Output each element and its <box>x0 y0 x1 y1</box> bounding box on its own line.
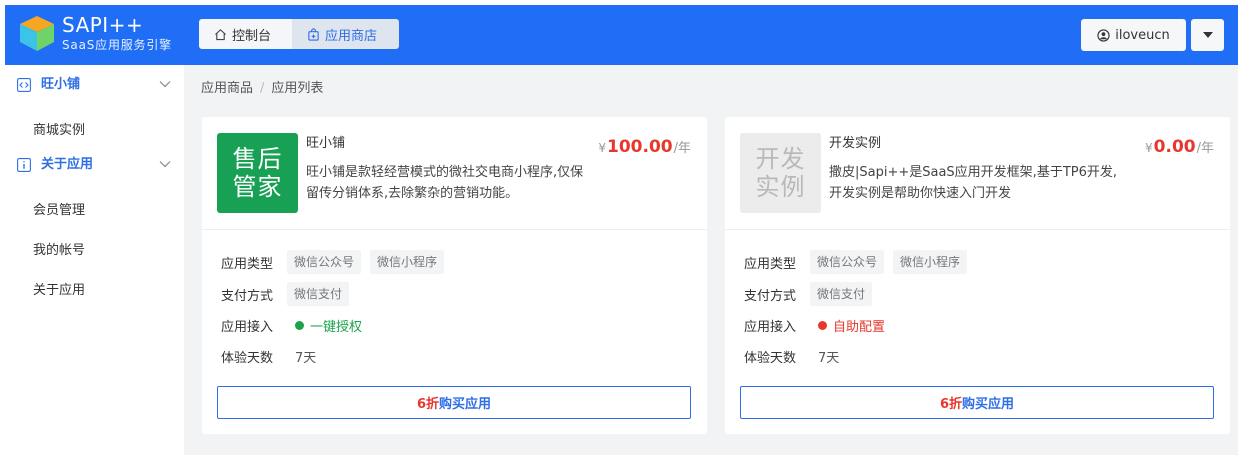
thumb-line: 实例 <box>755 173 806 201</box>
sidebar-group-wangxiaopu[interactable]: 旺小铺 <box>5 65 184 105</box>
chevron-down-icon <box>159 161 171 168</box>
buy-discount: 6折 <box>416 397 440 412</box>
sidebar-item-my-account[interactable]: 我的帐号 <box>33 242 85 260</box>
sidebar: 旺小铺 商城实例 关于应用 会员管理 我的帐号 关于应用 <box>5 65 184 455</box>
price-value: 100.00 <box>607 137 673 157</box>
label-payment: 支付方式 <box>221 288 274 304</box>
sidebar-item-about-app[interactable]: 关于应用 <box>33 282 85 300</box>
buy-label: 购买应用 <box>962 397 1015 412</box>
breadcrumb: 应用商品 / 应用列表 <box>201 80 323 98</box>
row-trial-days: 体验天数 7天 <box>744 344 839 368</box>
brand-subtitle: SaaS应用服务引擎 <box>62 38 172 52</box>
sidebar-item-mall-instance[interactable]: 商城实例 <box>33 122 85 140</box>
buy-discount: 6折 <box>939 397 963 412</box>
label-app-type: 应用类型 <box>221 256 274 272</box>
access-status-text: 一键授权 <box>310 319 363 335</box>
buy-app-button[interactable]: 6折 购买应用 <box>740 386 1214 419</box>
label-access: 应用接入 <box>744 319 797 335</box>
app-card: 售后 管家 旺小铺 旺小铺是款轻经营模式的微社交电商小程序,仅保留传分销体系,去… <box>202 117 707 434</box>
logo-cube-icon <box>20 16 54 51</box>
tag-payment: 微信支付 <box>810 282 873 306</box>
app-description: 撒皮|Sapi++是SaaS应用开发框架,基于TP6开发,开发实例是帮助你快速入… <box>829 165 1117 201</box>
code-icon <box>17 78 31 92</box>
label-app-type: 应用类型 <box>744 256 797 272</box>
tag-app-type: 微信公众号 <box>287 250 362 274</box>
label-payment: 支付方式 <box>744 288 797 304</box>
app-name: 开发实例 <box>829 136 882 151</box>
app-price: ¥ 100.00 /年 <box>598 137 691 157</box>
label-trial-days: 体验天数 <box>221 350 274 366</box>
top-header: SAPI++ SaaS应用服务引擎 控制台 应用商店 iloveucn <box>5 5 1238 65</box>
sidebar-item-member-management[interactable]: 会员管理 <box>33 202 85 220</box>
thumb-line: 开发 <box>755 145 806 173</box>
app-description: 旺小铺是款轻经营模式的微社交电商小程序,仅保留传分销体系,去除繁杂的营销功能。 <box>306 165 584 201</box>
breadcrumb-item-current: 应用列表 <box>271 81 324 96</box>
price-unit: /年 <box>673 141 691 156</box>
status-dot <box>818 320 827 330</box>
app-thumbnail: 售后 管家 <box>217 133 298 213</box>
chevron-down-icon <box>159 81 171 88</box>
access-status: 一键授权 <box>295 316 362 335</box>
sidebar-group-label: 旺小铺 <box>41 77 81 92</box>
status-dot <box>295 320 304 330</box>
thumb-line: 售后 <box>232 145 283 173</box>
sidebar-group-about-app[interactable]: 关于应用 <box>5 145 184 185</box>
access-status-text: 自助配置 <box>833 319 886 335</box>
label-access: 应用接入 <box>221 319 274 335</box>
row-access: 应用接入 自助配置 <box>744 313 885 337</box>
tag-app-type: 微信公众号 <box>810 250 885 274</box>
row-payment: 支付方式 微信支付 <box>744 282 881 306</box>
price-currency: ¥ <box>598 141 606 155</box>
row-trial-days: 体验天数 7天 <box>221 344 316 368</box>
app-price: ¥ 0.00 /年 <box>1145 137 1214 157</box>
price-currency: ¥ <box>1145 141 1153 155</box>
user-name: iloveucn <box>1115 27 1170 43</box>
tab-console-label: 控制台 <box>232 28 272 44</box>
label-trial-days: 体验天数 <box>744 350 797 366</box>
trial-days-value: 7天 <box>818 350 840 366</box>
thumb-line: 管家 <box>232 173 283 201</box>
tab-app-store[interactable]: 应用商店 <box>292 19 399 49</box>
app-frame: SAPI++ SaaS应用服务引擎 控制台 应用商店 iloveucn 旺小铺 <box>5 5 1238 455</box>
app-name: 旺小铺 <box>306 136 346 151</box>
buy-label: 购买应用 <box>439 397 492 412</box>
app-card-header: 售后 管家 旺小铺 旺小铺是款轻经营模式的微社交电商小程序,仅保留传分销体系,去… <box>202 117 707 230</box>
access-status: 自助配置 <box>818 316 885 335</box>
tab-app-store-label: 应用商店 <box>325 28 378 44</box>
user-menu-button[interactable]: iloveucn <box>1081 19 1186 51</box>
caret-down-icon <box>1202 32 1213 38</box>
trial-days-value: 7天 <box>295 350 317 366</box>
store-icon <box>308 27 319 41</box>
user-icon <box>1097 28 1110 42</box>
row-app-type: 应用类型 微信公众号 微信小程序 <box>221 250 453 274</box>
row-access: 应用接入 一键授权 <box>221 313 362 337</box>
breadcrumb-separator: / <box>260 81 265 96</box>
price-unit: /年 <box>1196 141 1214 156</box>
row-app-type: 应用类型 微信公众号 微信小程序 <box>744 250 976 274</box>
tag-app-type: 微信小程序 <box>370 250 445 274</box>
tab-console[interactable]: 控制台 <box>199 19 292 49</box>
home-icon <box>215 28 226 40</box>
app-card: 开发 实例 开发实例 撒皮|Sapi++是SaaS应用开发框架,基于TP6开发,… <box>725 117 1230 434</box>
price-value: 0.00 <box>1153 137 1196 157</box>
brand-title: SAPI++ <box>62 13 144 37</box>
row-payment: 支付方式 微信支付 <box>221 282 358 306</box>
sidebar-group-label: 关于应用 <box>41 157 94 172</box>
tag-payment: 微信支付 <box>287 282 350 306</box>
app-thumbnail: 开发 实例 <box>740 133 821 213</box>
tag-app-type: 微信小程序 <box>893 250 968 274</box>
top-nav: 控制台 应用商店 <box>199 19 399 49</box>
buy-app-button[interactable]: 6折 购买应用 <box>217 386 691 419</box>
app-card-header: 开发 实例 开发实例 撒皮|Sapi++是SaaS应用开发框架,基于TP6开发,… <box>725 117 1230 230</box>
info-icon <box>17 158 31 172</box>
user-dropdown-button[interactable] <box>1191 19 1224 51</box>
breadcrumb-item[interactable]: 应用商品 <box>201 80 253 98</box>
